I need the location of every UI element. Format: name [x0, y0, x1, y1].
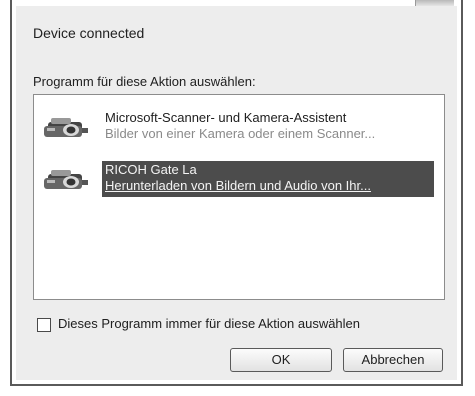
device-title: Device connected — [33, 25, 145, 41]
always-use-checkbox[interactable] — [37, 318, 51, 332]
camera-icon — [44, 118, 88, 137]
autoplay-dialog: Device connected Programm für diese Akti… — [16, 6, 457, 380]
program-list[interactable]: Microsoft-Scanner- und Kamera-Assistent … — [33, 94, 445, 300]
program-item-text-selected: RICOH Gate La Herunterladen von Bildern … — [102, 161, 434, 197]
program-title: Microsoft-Scanner- und Kamera-Assistent — [105, 110, 347, 125]
program-item-text: Microsoft-Scanner- und Kamera-Assistent … — [102, 109, 434, 145]
program-list-label: Programm für diese Aktion auswählen: — [33, 74, 256, 89]
camera-icon — [44, 170, 88, 189]
program-title: RICOH Gate La — [105, 162, 197, 177]
program-item-ricoh-gate[interactable]: RICOH Gate La Herunterladen von Bildern … — [42, 161, 434, 197]
program-description: Bilder von einer Kamera oder einem Scann… — [105, 126, 376, 141]
always-use-label[interactable]: Dieses Programm immer für diese Aktion a… — [58, 316, 360, 331]
cancel-button[interactable]: Abbrechen — [343, 348, 443, 372]
program-item-scanner-wizard[interactable]: Microsoft-Scanner- und Kamera-Assistent … — [42, 109, 434, 145]
ok-button[interactable]: OK — [230, 348, 332, 372]
program-description: Herunterladen von Bildern und Audio von … — [105, 178, 371, 193]
